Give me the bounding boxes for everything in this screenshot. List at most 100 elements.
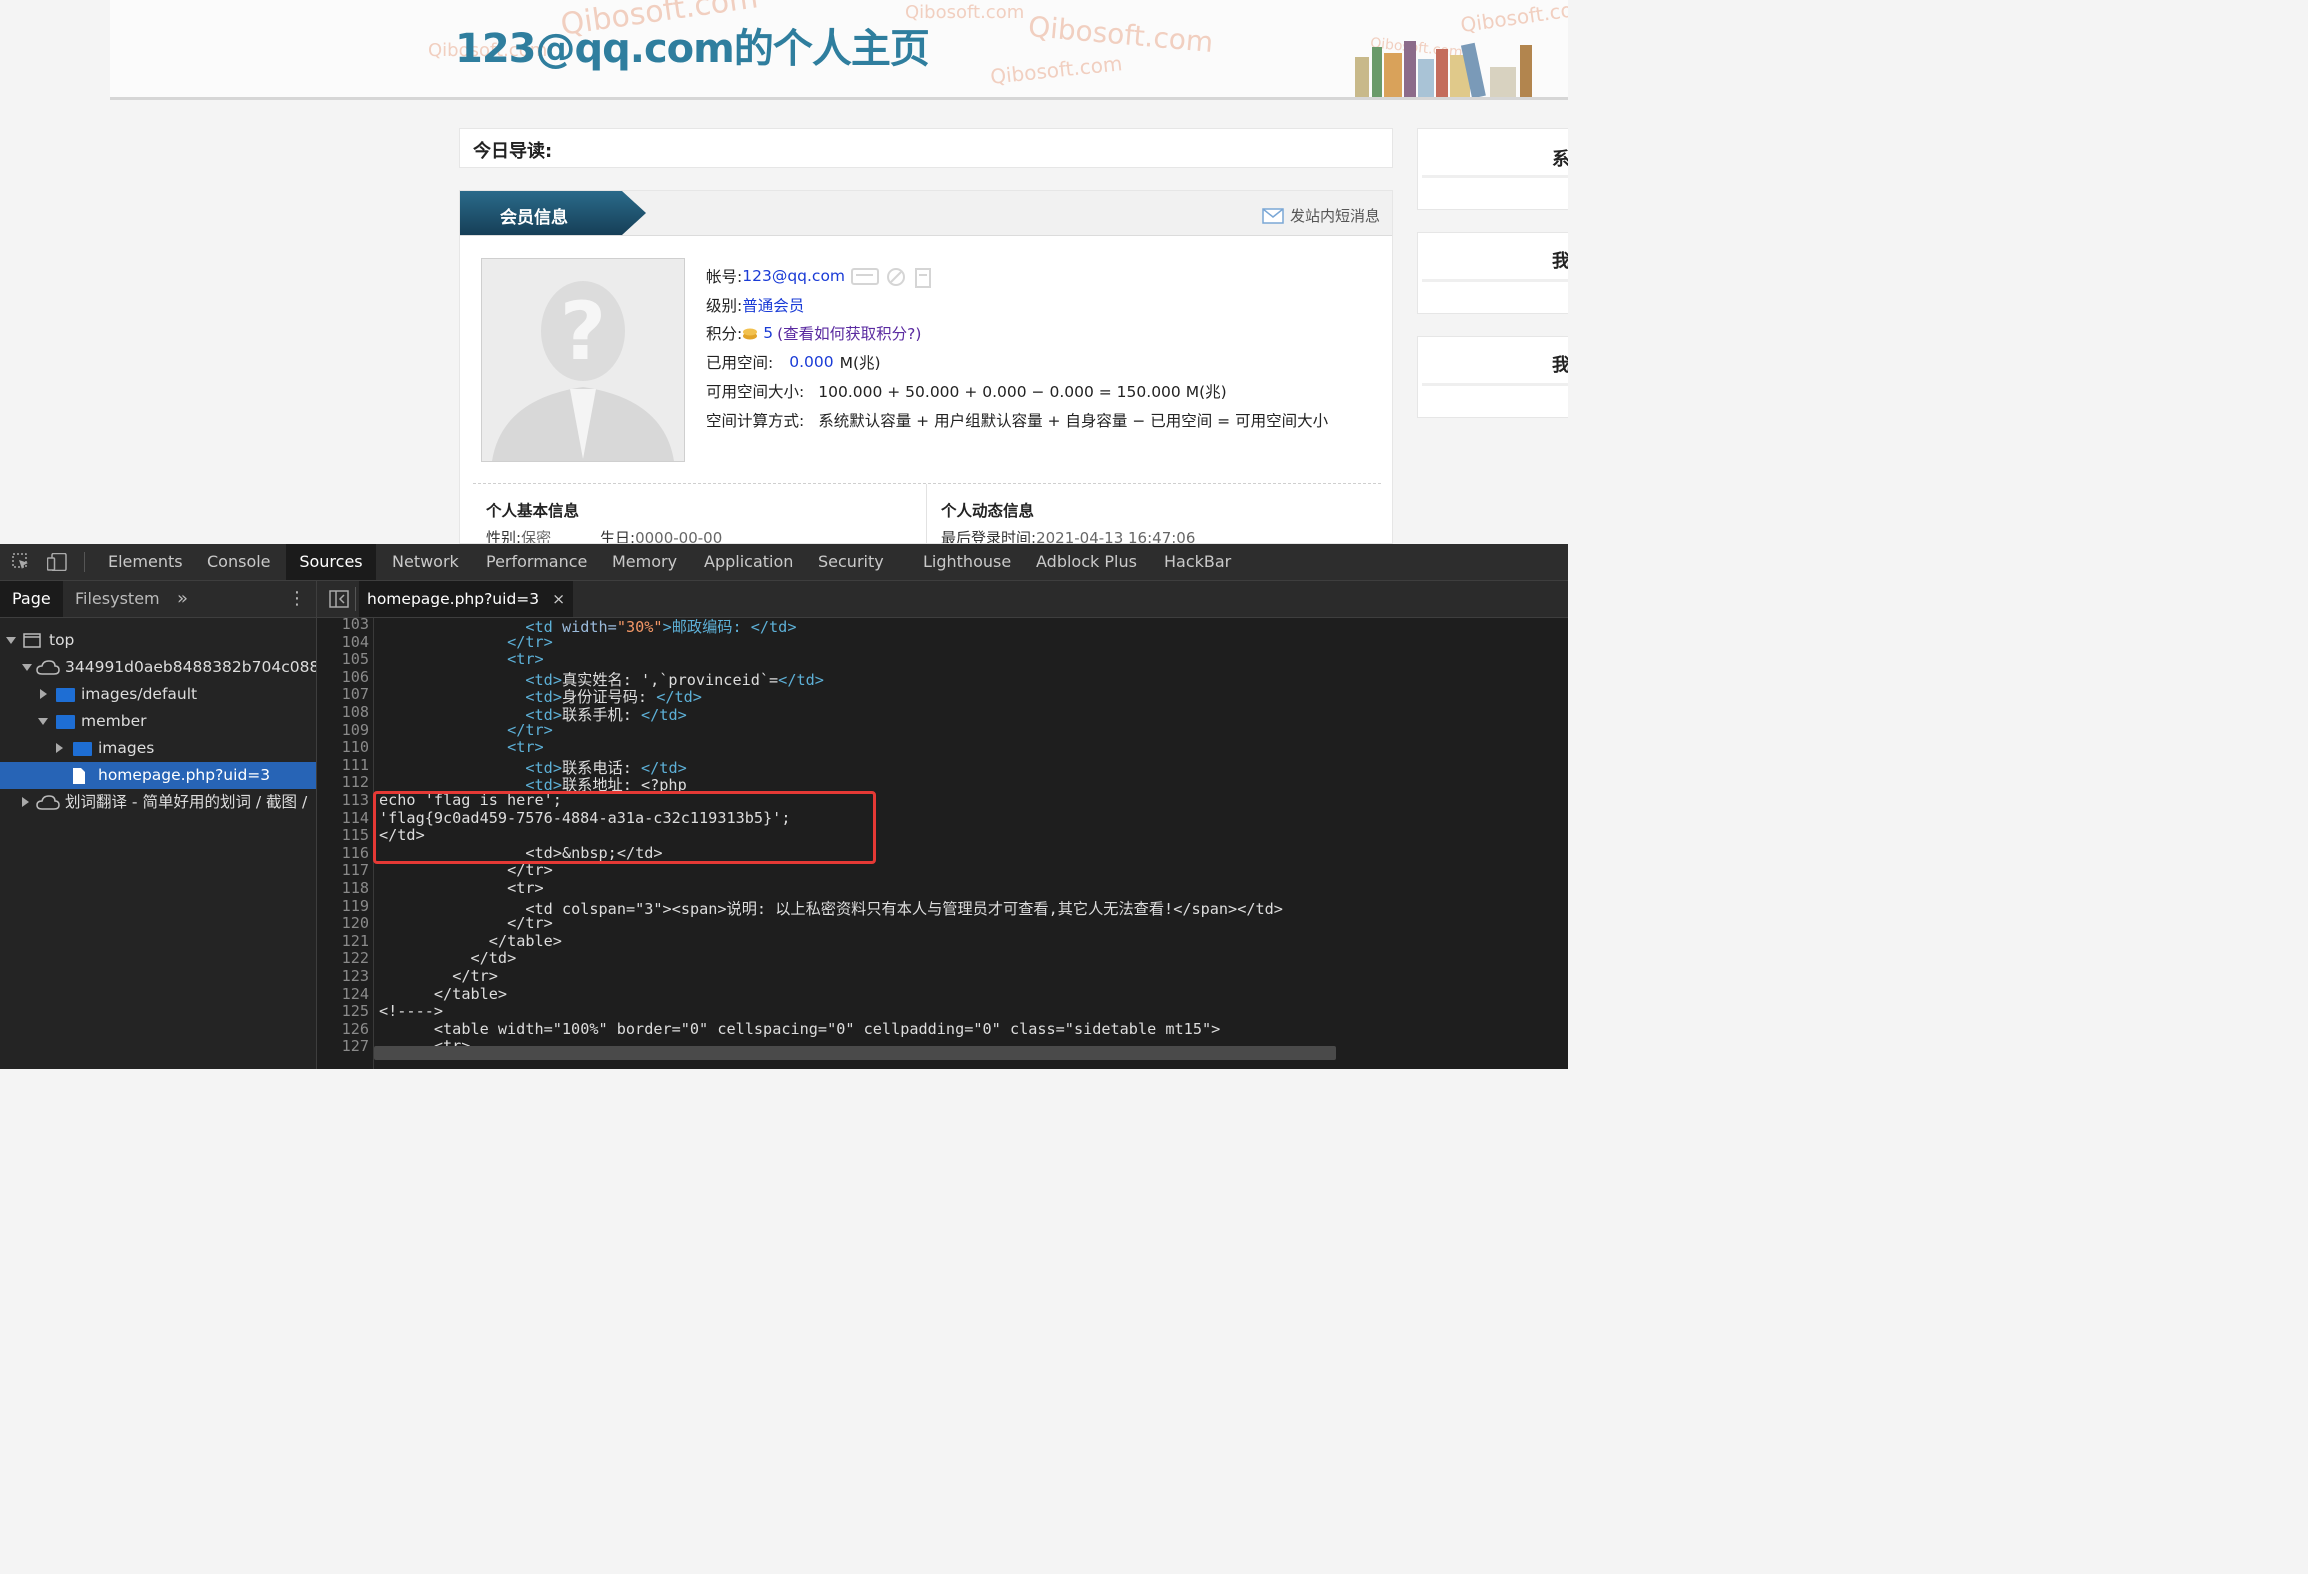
code-line: </table> [434, 985, 507, 1003]
tab-console[interactable]: Console [205, 544, 273, 580]
member-info-tab-label: 会员信息 [500, 208, 568, 228]
document-icon[interactable] [913, 266, 933, 288]
line-number[interactable]: 119 [317, 897, 369, 915]
line-number[interactable]: 107 [317, 685, 369, 703]
editor-tabbar: homepage.php?uid=3 × [317, 581, 1568, 618]
member-info-header: 会员信息 发站内短消息 [460, 191, 1392, 236]
code-token: </td> [778, 670, 824, 689]
code-line: <!----> [379, 1002, 443, 1020]
column-divider [926, 484, 927, 543]
birthday-field: 生日:0000-00-00 [600, 529, 723, 544]
tab-lighthouse[interactable]: Lighthouse [921, 544, 1013, 580]
inspect-element-icon[interactable] [12, 553, 30, 571]
tree-item-label: images [98, 739, 155, 757]
line-number[interactable]: 122 [317, 949, 369, 967]
dynamic-info-title: 个人动态信息 [941, 502, 1035, 520]
basic-info-title: 个人基本信息 [486, 502, 580, 520]
code-token: <td colspan="3"><span>说明: 以上私密资料只有本人与管理员… [525, 899, 1283, 918]
tabbar-separator [355, 587, 356, 611]
file-tab-label: homepage.php?uid=3 [367, 590, 540, 608]
line-number[interactable]: 112 [317, 773, 369, 791]
level-label: 级别: [706, 297, 743, 315]
tree-item-images[interactable]: images [0, 735, 316, 762]
line-number[interactable]: 111 [317, 756, 369, 774]
line-number[interactable]: 118 [317, 879, 369, 897]
line-number[interactable]: 125 [317, 1002, 369, 1020]
line-number[interactable]: 109 [317, 721, 369, 739]
tree-item-domain[interactable]: 344991d0aeb8488382b704c0886e [0, 654, 316, 681]
line-number[interactable]: 114 [317, 809, 369, 827]
card-icon[interactable] [851, 266, 880, 286]
tab-security[interactable]: Security [816, 544, 886, 580]
file-tab-homepage[interactable]: homepage.php?uid=3 × [359, 581, 574, 617]
collapse-arrow-icon[interactable] [56, 743, 63, 753]
horizontal-scrollbar[interactable] [374, 1046, 1336, 1060]
tree-item-homepage-file[interactable]: homepage.php?uid=3 [0, 762, 316, 789]
tab-memory[interactable]: Memory [610, 544, 679, 580]
tab-elements[interactable]: Elements [106, 544, 185, 580]
code-line: <td colspan="3"><span>说明: 以上私密资料只有本人与管理员… [525, 897, 1283, 919]
tab-performance[interactable]: Performance [484, 544, 589, 580]
tab-adblock-plus[interactable]: Adblock Plus [1034, 544, 1139, 580]
tab-network[interactable]: Network [390, 544, 461, 580]
points-value: 5 [763, 324, 774, 342]
edit-icon[interactable] [885, 266, 907, 286]
code-token: </td> [470, 949, 517, 968]
tree-item-images-default[interactable]: images/default [0, 681, 316, 708]
frame-icon [23, 633, 41, 648]
tree-item-extension[interactable]: 划词翻译 - 简单好用的划词 / 截图 / [0, 789, 316, 816]
line-number[interactable]: 124 [317, 985, 369, 1003]
line-number[interactable]: 121 [317, 932, 369, 950]
tab-hackbar[interactable]: HackBar [1162, 544, 1233, 580]
more-tabs-icon[interactable]: » [177, 581, 188, 617]
expand-arrow-icon[interactable] [6, 637, 16, 644]
line-number[interactable]: 104 [317, 633, 369, 651]
points-help-link[interactable]: (查看如何获取积分?) [777, 322, 921, 344]
line-number[interactable]: 126 [317, 1020, 369, 1038]
space-calc-value: 系统默认容量 + 用户组默认容量 + 自身容量 − 已用空间 = 可用空间大小 [818, 412, 1329, 430]
device-toolbar-icon[interactable] [47, 553, 67, 571]
tree-item-label: top [49, 631, 75, 649]
code-token: </tr> [507, 632, 553, 651]
used-space-label: 已用空间: [706, 354, 774, 372]
account-value[interactable]: 123@qq.com [742, 267, 845, 285]
line-number[interactable]: 120 [317, 914, 369, 932]
toggle-navigator-icon[interactable] [329, 590, 349, 608]
tab-sources[interactable]: Sources [286, 544, 376, 580]
collapse-arrow-icon[interactable] [22, 797, 29, 807]
code-line: </tr> [452, 967, 498, 985]
flag-highlight-box [373, 791, 876, 864]
tab-application[interactable]: Application [702, 544, 795, 580]
kebab-menu-icon[interactable]: ⋮ [288, 581, 306, 617]
collapse-arrow-icon[interactable] [40, 689, 47, 699]
member-info-tab[interactable]: 会员信息 [460, 191, 646, 235]
expand-arrow-icon[interactable] [38, 718, 48, 725]
line-number[interactable]: 113 [317, 791, 369, 809]
line-number[interactable]: 103 [317, 618, 369, 633]
tree-item-member[interactable]: member [0, 708, 316, 735]
tree-item-top[interactable]: top [0, 627, 316, 654]
code-token: <tr> [507, 738, 544, 757]
navigator-tabs: Page Filesystem » ⋮ [0, 581, 316, 618]
line-number[interactable]: 110 [317, 738, 369, 756]
line-number[interactable]: 108 [317, 703, 369, 721]
send-message-link[interactable]: 发站内短消息 [1262, 205, 1380, 226]
avatar: ? [481, 258, 685, 462]
used-space-unit: M(兆) [839, 354, 881, 372]
line-number[interactable]: 116 [317, 844, 369, 862]
line-number[interactable]: 127 [317, 1037, 369, 1055]
close-tab-icon[interactable]: × [552, 590, 565, 608]
tab-filesystem[interactable]: Filesystem [75, 581, 160, 617]
expand-arrow-icon[interactable] [22, 664, 32, 671]
line-number[interactable]: 123 [317, 967, 369, 985]
line-number[interactable]: 115 [317, 826, 369, 844]
envelope-icon [1262, 207, 1284, 224]
line-number[interactable]: 117 [317, 861, 369, 879]
code-line: </tr> [507, 721, 553, 739]
line-number[interactable]: 106 [317, 668, 369, 686]
code-line: <tr> [507, 650, 544, 668]
svg-text:?: ? [560, 285, 606, 378]
tab-page[interactable]: Page [0, 581, 63, 617]
line-number[interactable]: 105 [317, 650, 369, 668]
level-value[interactable]: 普通会员 [742, 294, 804, 316]
